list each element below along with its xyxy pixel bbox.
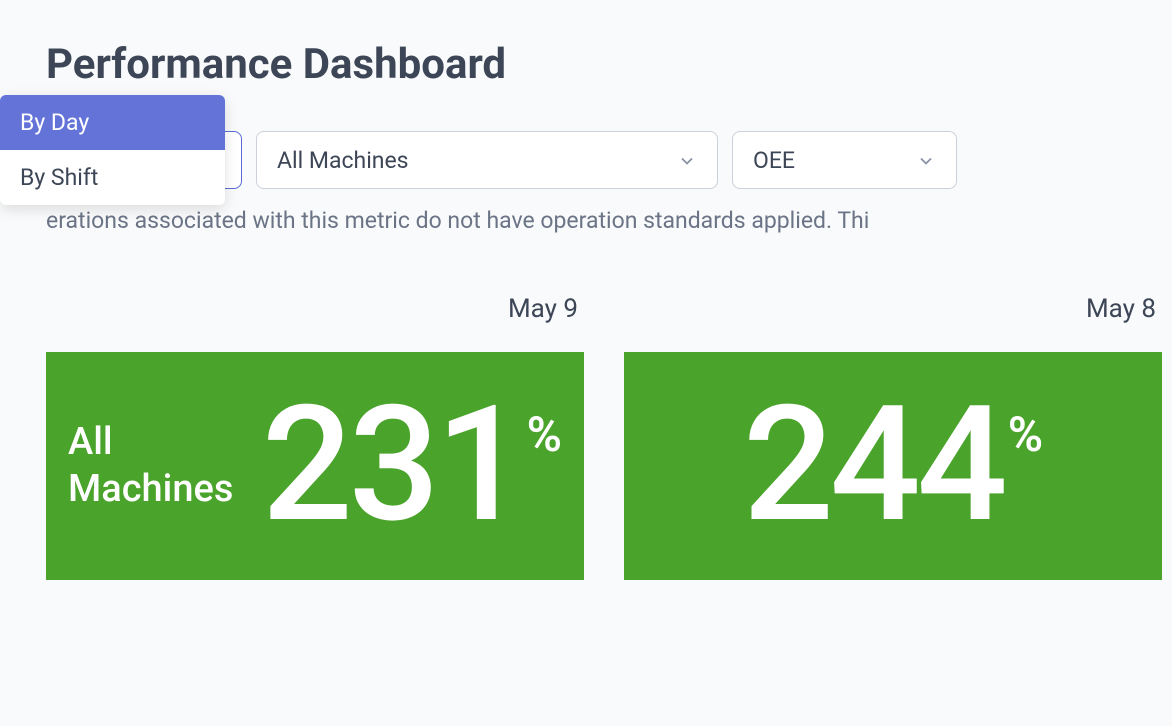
period-option-by-day[interactable]: By Day xyxy=(0,95,225,150)
date-headers: May 9 May 8 xyxy=(46,294,1126,352)
date-label: May 8 xyxy=(1086,294,1162,324)
metric-value-wrap: 231 % xyxy=(262,386,562,546)
page-title: Performance Dashboard xyxy=(46,40,1126,89)
metric-dropdown[interactable]: OEE xyxy=(732,131,957,189)
machine-dropdown[interactable]: All Machines xyxy=(256,131,718,189)
metric-value: 244 xyxy=(743,386,1004,546)
period-dropdown-menu: By Day By Shift xyxy=(0,95,225,205)
metric-value: 231 xyxy=(262,386,523,546)
metric-unit: % xyxy=(527,406,562,463)
metric-dropdown-label: OEE xyxy=(753,147,795,174)
metric-card: 244 % xyxy=(624,352,1162,580)
machine-dropdown-label: All Machines xyxy=(277,147,409,174)
date-column: May 9 xyxy=(46,294,584,352)
metric-value-wrap: 244 % xyxy=(743,386,1043,546)
date-column: May 8 xyxy=(624,294,1162,352)
metric-card: All Machines 231 % xyxy=(46,352,584,580)
metric-card-label: All Machines xyxy=(68,419,262,514)
chevron-down-icon xyxy=(916,150,936,170)
metrics-row: All Machines 231 % 244 % xyxy=(46,352,1126,580)
info-text: erations associated with this metric do … xyxy=(46,207,1126,234)
date-label: May 9 xyxy=(508,294,584,324)
period-option-by-shift[interactable]: By Shift xyxy=(0,150,225,205)
metric-unit: % xyxy=(1008,406,1043,463)
chevron-down-icon xyxy=(677,150,697,170)
